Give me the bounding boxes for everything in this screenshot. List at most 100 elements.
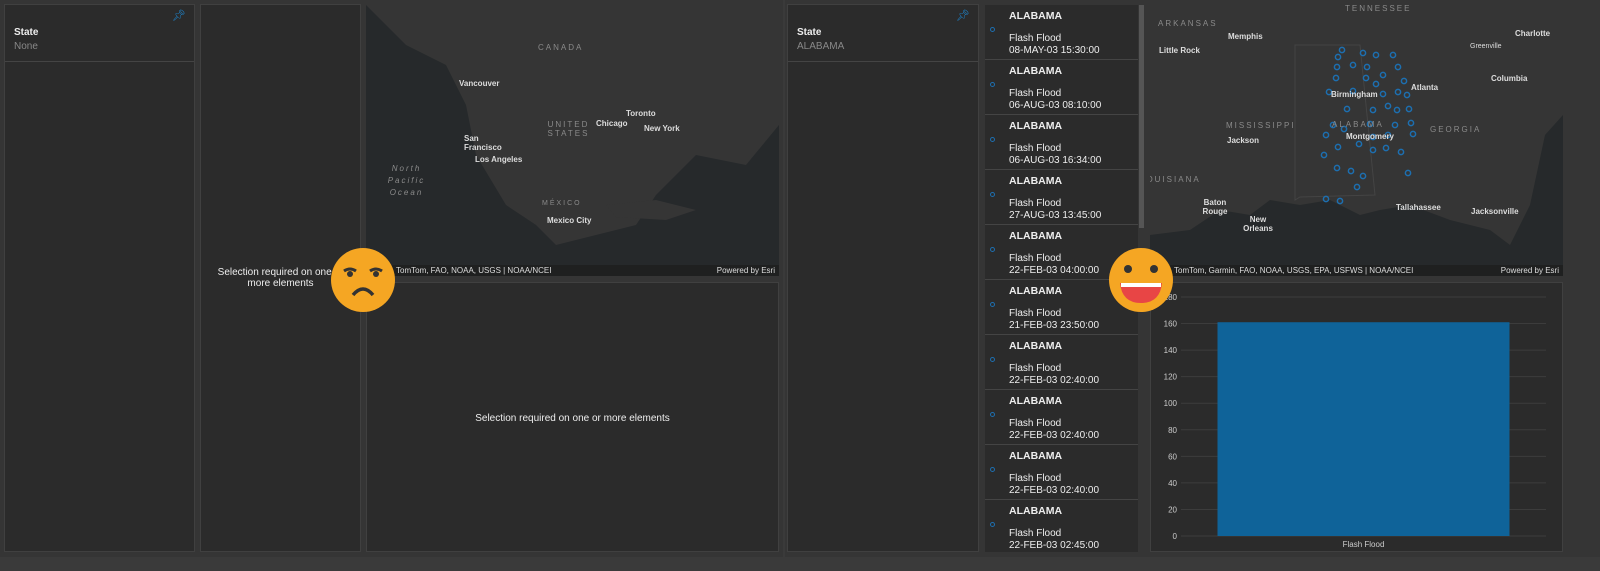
- y-tick-label: 0: [1173, 532, 1178, 541]
- item-type: Flash Flood: [1009, 473, 1062, 484]
- item-type: Flash Flood: [1009, 418, 1062, 429]
- feature-dot-icon: [990, 82, 995, 87]
- map-city-label: Columbia: [1491, 74, 1528, 83]
- item-type: Flash Flood: [1009, 33, 1062, 44]
- chart-panel: 0 20 40 60 80 100 120 140 160 180 Flash Flood: [1150, 282, 1563, 552]
- item-type: Flash Flood: [1009, 88, 1062, 99]
- map-region-label: GEORGIA: [1430, 125, 1482, 134]
- pin-icon[interactable]: 📌︎: [956, 9, 970, 22]
- list-item[interactable]: ALABAMA Flash Flood 06-AUG-03 16:34:00: [985, 115, 1138, 170]
- map-city-label: Tallahassee: [1396, 203, 1441, 212]
- list-item[interactable]: ALABAMA Flash Flood 27-AUG-03 13:45:00: [985, 170, 1138, 225]
- item-date: 22-FEB-03 04:00:00: [1009, 265, 1100, 276]
- list-item[interactable]: ALABAMA Flash Flood 08-MAY-03 15:30:00: [985, 5, 1138, 60]
- item-state: ALABAMA: [1009, 340, 1063, 352]
- grinning-face-icon: [1109, 248, 1173, 312]
- item-date: 22-FEB-03 02:40:00: [1009, 375, 1100, 386]
- map-region-label: ALABAMA: [1332, 120, 1384, 129]
- y-tick-label: 60: [1168, 452, 1177, 461]
- map-city-label: San Francisco: [464, 134, 502, 152]
- y-tick-label: 140: [1164, 346, 1178, 355]
- state-filter-panel: 📌︎ State ALABAMA: [787, 4, 979, 552]
- state-filter-panel: 📌︎ State None: [4, 4, 195, 552]
- y-tick-label: 20: [1168, 505, 1177, 514]
- map-region-label: North Pacific Ocean: [387, 164, 426, 197]
- map-attribution: TomTom, FAO, NOAA, USGS | NOAA/NCEI Power…: [366, 265, 779, 276]
- map[interactable]: CANADA UNITED STATES MÉXICO North Pacifi…: [366, 5, 779, 276]
- item-state: ALABAMA: [1009, 285, 1063, 297]
- feature-dot-icon: [990, 247, 995, 252]
- item-type: Flash Flood: [1009, 308, 1062, 319]
- item-type: Flash Flood: [1009, 528, 1062, 539]
- state-filter[interactable]: 📌︎ State None: [5, 5, 194, 62]
- filter-value: ALABAMA: [797, 41, 845, 52]
- item-state: ALABAMA: [1009, 175, 1063, 187]
- y-tick-label: 80: [1168, 426, 1177, 435]
- item-type: Flash Flood: [1009, 143, 1062, 154]
- feature-dot-icon: [990, 357, 995, 362]
- attribution-text: TomTom, FAO, NOAA, USGS | NOAA/NCEI: [396, 266, 552, 275]
- map-attribution: TomTom, Garmin, FAO, NOAA, USGS, EPA, US…: [1150, 265, 1563, 276]
- filter-title: State: [14, 27, 39, 38]
- x-tick-label: Flash Flood: [1343, 540, 1385, 549]
- map-city-label: Jackson: [1227, 136, 1260, 145]
- map-city-label: Greenville: [1470, 43, 1502, 50]
- pin-icon[interactable]: 📌︎: [172, 9, 186, 22]
- item-date: 06-AUG-03 16:34:00: [1009, 155, 1102, 166]
- item-state: ALABAMA: [1009, 450, 1063, 462]
- filter-value: None: [14, 41, 38, 52]
- item-state: ALABAMA: [1009, 120, 1063, 132]
- map-city-label: Charlotte: [1515, 29, 1551, 38]
- item-state: ALABAMA: [1009, 230, 1063, 242]
- feature-dot-icon: [990, 467, 995, 472]
- y-tick-label: 120: [1164, 373, 1178, 382]
- feature-dot-icon: [990, 412, 995, 417]
- list-item[interactable]: ALABAMA Flash Flood 22-FEB-03 02:40:00: [985, 335, 1138, 390]
- feature-dot-icon: [990, 137, 995, 142]
- map-region-label: CANADA: [538, 43, 584, 52]
- dashboard-left: 📌︎ State None Selection required on one …: [0, 0, 783, 557]
- map-region-label: ARKANSAS: [1158, 19, 1218, 28]
- item-type: Flash Flood: [1009, 198, 1062, 209]
- scrollbar-thumb[interactable]: [1139, 5, 1144, 228]
- map-city-label: Chicago: [596, 119, 628, 128]
- map[interactable]: ARKANSAS TENNESSEE MISSISSIPPI ALABAMA G…: [1150, 5, 1563, 276]
- item-state: ALABAMA: [1009, 395, 1063, 407]
- item-state: ALABAMA: [1009, 505, 1063, 517]
- bar-chart: 020406080100120140160180Flash Flood: [1164, 293, 1546, 549]
- item-date: 21-FEB-03 23:50:00: [1009, 320, 1100, 331]
- list-item[interactable]: ALABAMA Flash Flood 22-FEB-03 02:40:00: [985, 390, 1138, 445]
- map-city-label: Jacksonville: [1471, 207, 1519, 216]
- list-item[interactable]: ALABAMA Flash Flood 22-FEB-03 02:45:00: [985, 500, 1138, 552]
- feature-dot-icon: [990, 302, 995, 307]
- feature-dot-icon: [990, 192, 995, 197]
- powered-by-esri[interactable]: Powered by Esri: [717, 266, 775, 275]
- map-region-label: LOUISIANA: [1150, 175, 1201, 184]
- map-city-label: Birmingham: [1331, 90, 1378, 99]
- y-tick-label: 40: [1168, 479, 1177, 488]
- y-tick-label: 100: [1164, 399, 1178, 408]
- map-city-label: Little Rock: [1159, 46, 1200, 55]
- map-region-label: MISSISSIPPI: [1226, 121, 1296, 130]
- filter-title: State: [797, 27, 822, 38]
- list-item[interactable]: ALABAMA Flash Flood 06-AUG-03 08:10:00: [985, 60, 1138, 115]
- map-city-label: Toronto: [626, 109, 656, 118]
- item-date: 06-AUG-03 08:10:00: [1009, 100, 1102, 111]
- map-city-label: Baton Rouge: [1202, 198, 1228, 216]
- item-state: ALABAMA: [1009, 10, 1063, 22]
- item-date: 22-FEB-03 02:40:00: [1009, 485, 1100, 496]
- item-type: Flash Flood: [1009, 363, 1062, 374]
- map-city-label: Los Angeles: [475, 155, 523, 164]
- map-region-label: MÉXICO: [542, 200, 582, 207]
- item-date: 27-AUG-03 13:45:00: [1009, 210, 1102, 221]
- chart-panel: Selection required on one or more elemen…: [366, 282, 779, 552]
- attribution-text: TomTom, Garmin, FAO, NOAA, USGS, EPA, US…: [1174, 266, 1414, 275]
- feature-dot-icon: [990, 522, 995, 527]
- list-item[interactable]: ALABAMA Flash Flood 22-FEB-03 02:40:00: [985, 445, 1138, 500]
- map-city-label: Atlanta: [1411, 83, 1439, 92]
- map-city-label: Vancouver: [459, 79, 500, 88]
- bar[interactable]: [1217, 322, 1510, 536]
- state-filter[interactable]: 📌︎ State ALABAMA: [788, 5, 978, 62]
- map-region-label: UNITED STATES: [547, 120, 590, 138]
- powered-by-esri[interactable]: Powered by Esri: [1501, 266, 1559, 275]
